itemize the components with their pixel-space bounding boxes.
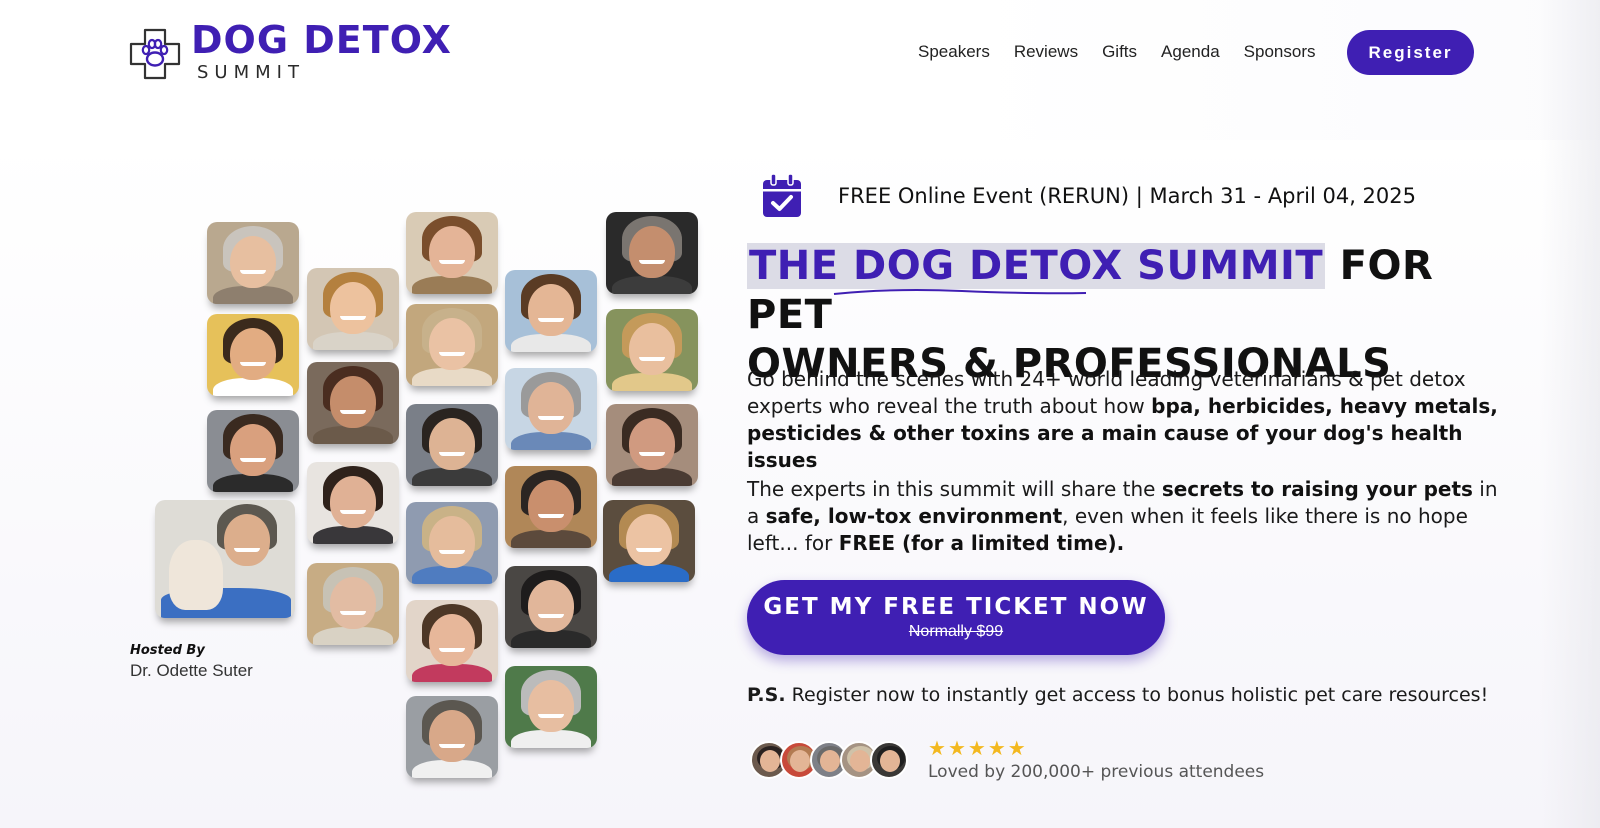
- rating-block: ★ ★ ★ ★ ★ Loved by 200,000+ previous attende…: [928, 738, 1264, 782]
- intro-paragraph: Go behind the scenes with 24+ world lead…: [747, 366, 1507, 474]
- benefit-text-a: The experts in this summit will share th…: [747, 477, 1162, 501]
- headline-underline-decoration: [833, 289, 1087, 295]
- ps-note: P.S. Register now to instantly get acces…: [747, 684, 1488, 706]
- dog-photo-element: [169, 540, 223, 610]
- speaker-photo-11: [406, 404, 498, 486]
- host-credit: Hosted By Dr. Odette Suter: [130, 643, 253, 681]
- benefit-bold-environment: safe, low-tox environment: [765, 504, 1063, 528]
- speaker-photo-18: [505, 566, 597, 648]
- speaker-photo-22: [606, 404, 698, 486]
- speaker-photo-3: [207, 410, 299, 492]
- headline-highlight: THE DOG DETOX SUMMIT: [747, 243, 1326, 289]
- speaker-photo-23: [603, 500, 695, 582]
- speaker-photo-7: [307, 462, 399, 544]
- speaker-photo-17: [505, 466, 597, 548]
- get-free-ticket-button[interactable]: GET MY FREE TICKET NOW Normally $99: [747, 580, 1165, 655]
- nav-gifts[interactable]: Gifts: [1102, 42, 1137, 62]
- main-nav: Speakers Reviews Gifts Agenda Sponsors: [918, 42, 1339, 62]
- speaker-photo-1: [207, 222, 299, 304]
- event-dates: FREE Online Event (RERUN) | March 31 - A…: [838, 184, 1417, 208]
- calendar-check-icon: [762, 173, 802, 218]
- speaker-photo-8: [307, 563, 399, 645]
- ps-text: Register now to instantly get access to …: [785, 684, 1489, 706]
- speaker-photo-5: [307, 268, 399, 350]
- star-rating: ★ ★ ★ ★ ★: [928, 738, 1264, 758]
- register-button[interactable]: Register: [1347, 30, 1474, 75]
- speaker-photo-13: [406, 600, 498, 682]
- speaker-collage: [0, 0, 720, 828]
- speaker-photo-19: [505, 666, 597, 748]
- benefit-bold-secrets: secrets to raising your pets: [1161, 477, 1473, 501]
- nav-reviews[interactable]: Reviews: [1014, 42, 1078, 62]
- attendees-count: Loved by 200,000+ previous attendees: [928, 762, 1265, 782]
- event-info: FREE Online Event (RERUN) | March 31 - A…: [762, 173, 1417, 218]
- speaker-photo-15: [505, 270, 597, 352]
- host-name: Dr. Odette Suter: [130, 661, 253, 680]
- speaker-photo-4: [155, 500, 295, 618]
- nav-agenda[interactable]: Agenda: [1161, 42, 1220, 62]
- speaker-photo-14: [406, 696, 498, 778]
- cta-label: GET MY FREE TICKET NOW: [763, 594, 1149, 620]
- nav-sponsors[interactable]: Sponsors: [1244, 42, 1316, 62]
- star-icon: ★: [928, 736, 946, 760]
- star-icon: ★: [987, 736, 1006, 760]
- speaker-photo-21: [606, 309, 698, 391]
- speaker-photo-2: [207, 314, 299, 396]
- speaker-photo-10: [406, 304, 498, 386]
- star-icon: ★: [1007, 736, 1026, 760]
- speaker-photo-6: [307, 362, 399, 444]
- benefit-paragraph: The experts in this summit will share th…: [747, 476, 1507, 557]
- speaker-photo-20: [606, 212, 698, 294]
- star-icon: ★: [947, 736, 966, 760]
- nav-speakers[interactable]: Speakers: [918, 42, 990, 62]
- speaker-photo-9: [406, 212, 498, 294]
- cta-normal-price: Normally $99: [908, 623, 1004, 640]
- attendee-avatar-5: [870, 741, 908, 779]
- attendee-avatars: [750, 741, 908, 779]
- ps-label: P.S.: [747, 684, 786, 706]
- speaker-photo-12: [406, 502, 498, 584]
- speaker-photo-16: [505, 368, 597, 450]
- benefit-bold-free: FREE (for a limited time).: [838, 531, 1125, 555]
- social-proof: ★ ★ ★ ★ ★ Loved by 200,000+ previous attende…: [750, 738, 1264, 782]
- hosted-by-label: Hosted By: [130, 643, 205, 658]
- star-icon: ★: [967, 736, 986, 760]
